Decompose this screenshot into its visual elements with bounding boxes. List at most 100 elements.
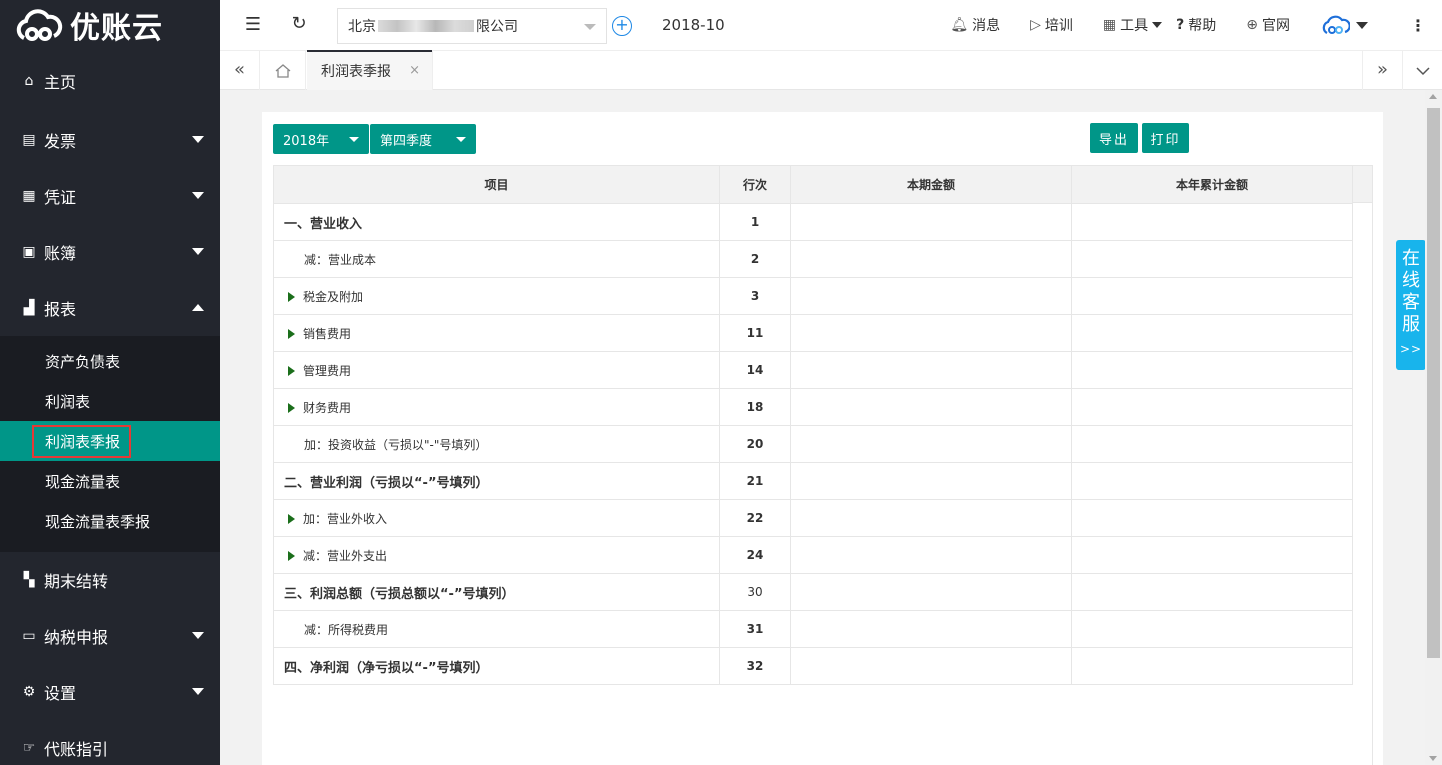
- row-current-amount[interactable]: [790, 203, 1072, 241]
- row-current-amount[interactable]: [790, 388, 1072, 426]
- sidebar-item-invoice[interactable]: ▤ 发票: [0, 112, 220, 168]
- sidebar-item-guide[interactable]: ☞ 代账指引: [0, 720, 220, 765]
- row-item-cell[interactable]: 加：营业外收入: [273, 499, 720, 537]
- row-item-cell[interactable]: 税金及附加: [273, 277, 720, 315]
- row-current-amount[interactable]: [790, 573, 1072, 611]
- submenu-item-cash-flow[interactable]: 现金流量表: [0, 461, 220, 501]
- row-ytd-amount[interactable]: [1071, 351, 1353, 389]
- sidebar-item-report[interactable]: ▟ 报表: [0, 280, 220, 336]
- expand-triangle-icon[interactable]: [288, 329, 295, 339]
- tools-menu[interactable]: ▦ 工具: [1103, 15, 1163, 35]
- print-button[interactable]: 打印: [1142, 123, 1189, 153]
- row-current-amount[interactable]: [790, 610, 1072, 648]
- row-item-cell[interactable]: 财务费用: [273, 388, 720, 426]
- website-link[interactable]: ⊕ 官网: [1246, 15, 1290, 35]
- expand-triangle-icon[interactable]: [288, 292, 295, 302]
- expand-triangle-icon[interactable]: [288, 366, 295, 376]
- expand-triangle-icon[interactable]: [288, 403, 295, 413]
- row-ytd-amount[interactable]: [1071, 536, 1353, 574]
- scroll-down-icon[interactable]: [1429, 756, 1437, 761]
- sidebar-item-settings[interactable]: ⚙ 设置: [0, 664, 220, 720]
- user-menu[interactable]: [1320, 14, 1368, 36]
- row-ytd-amount[interactable]: [1071, 610, 1353, 648]
- row-item-cell[interactable]: 减：营业外支出: [273, 536, 720, 574]
- row-ytd-amount[interactable]: [1071, 462, 1353, 500]
- row-item-label: 三、利润总额（亏损总额以“-”号填列）: [284, 586, 515, 602]
- tax-icon: ▭: [22, 628, 36, 644]
- row-current-amount[interactable]: [790, 240, 1072, 278]
- row-current-amount[interactable]: [790, 647, 1072, 685]
- sidebar-item-tax[interactable]: ▭ 纳税申报: [0, 608, 220, 664]
- export-button[interactable]: 导出: [1090, 123, 1138, 153]
- sidebar-item-ledger[interactable]: ▣ 账簿: [0, 224, 220, 280]
- submenu-item-balance-sheet[interactable]: 资产负债表: [0, 341, 220, 381]
- online-service-button[interactable]: 在 线 客 服 >>: [1396, 240, 1426, 370]
- refresh-icon[interactable]: ↻: [283, 13, 315, 34]
- row-current-amount[interactable]: [790, 351, 1072, 389]
- help-link[interactable]: ? 帮助: [1176, 15, 1216, 35]
- sidebar-item-voucher[interactable]: ▦ 凭证: [0, 168, 220, 224]
- close-icon[interactable]: ×: [409, 63, 420, 78]
- row-ytd-amount[interactable]: [1071, 499, 1353, 537]
- sidebar-item-home[interactable]: ⌂ 主页: [0, 50, 220, 112]
- row-item-label: 一、营业收入: [284, 216, 363, 232]
- row-ytd-amount[interactable]: [1071, 388, 1353, 426]
- row-current-amount[interactable]: [790, 536, 1072, 574]
- report-panel: 2018年 第四季度 导出 打印 项目 行次 本期金额 本年累计金额 一、营业收…: [262, 112, 1383, 765]
- row-item-cell[interactable]: 销售费用: [273, 314, 720, 352]
- tab-home[interactable]: [260, 51, 306, 90]
- row-current-amount[interactable]: [790, 462, 1072, 500]
- quarter-select[interactable]: 第四季度: [370, 124, 476, 154]
- table-body: 一、营业收入 1 减：营业成本 2 税金及附加 3 销售费用 11 管理费用 14 财务费用 18 加：…: [273, 203, 1353, 685]
- scrollbar-thumb[interactable]: [1427, 108, 1440, 658]
- sidebar-item-period-close[interactable]: ▚ 期末结转: [0, 552, 220, 608]
- row-ytd-amount[interactable]: [1071, 573, 1353, 611]
- submenu-item-income-statement[interactable]: 利润表: [0, 381, 220, 421]
- submenu-item-cash-flow-quarterly[interactable]: 现金流量表季报: [0, 501, 220, 541]
- training-link[interactable]: ▷ 培训: [1030, 15, 1073, 35]
- row-ytd-amount[interactable]: [1071, 314, 1353, 352]
- company-select[interactable]: 北京 限公司: [337, 8, 607, 44]
- tools-label: 工具: [1120, 18, 1149, 34]
- chevron-down-icon: [456, 137, 466, 142]
- ledger-icon: ▣: [22, 244, 36, 260]
- tab-income-quarterly[interactable]: 利润表季报 ×: [307, 50, 433, 90]
- tabs-scroll-left-icon[interactable]: «: [220, 51, 260, 90]
- tabs-scroll-right-icon[interactable]: »: [1362, 51, 1402, 90]
- brand-logo[interactable]: 优账云: [0, 0, 220, 50]
- menu-collapse-icon[interactable]: ☰: [237, 14, 269, 35]
- messages-link[interactable]: 🔔︎ 消息: [950, 15, 1000, 35]
- year-select[interactable]: 2018年: [273, 124, 369, 154]
- row-current-amount[interactable]: [790, 499, 1072, 537]
- table-row: 三、利润总额（亏损总额以“-”号填列） 30: [273, 573, 1353, 611]
- submenu-item-label: 利润表: [45, 392, 91, 411]
- more-vertical-icon[interactable]: ⋮: [1408, 16, 1428, 35]
- row-ytd-amount[interactable]: [1071, 203, 1353, 241]
- row-ytd-amount[interactable]: [1071, 425, 1353, 463]
- row-current-amount[interactable]: [790, 425, 1072, 463]
- page-scrollbar[interactable]: [1425, 90, 1442, 765]
- row-current-amount[interactable]: [790, 277, 1072, 315]
- tabs-menu-icon[interactable]: [1402, 51, 1442, 90]
- row-line-number: 18: [719, 388, 791, 426]
- row-item-cell[interactable]: 管理费用: [273, 351, 720, 389]
- chevron-up-icon: [192, 304, 204, 311]
- submenu-item-income-quarterly[interactable]: 利润表季报: [0, 421, 220, 461]
- scroll-up-icon[interactable]: [1429, 94, 1437, 99]
- row-line-number: 32: [719, 647, 791, 685]
- table-header-filler: [1353, 165, 1373, 203]
- column-header-current-amount: 本期金额: [790, 165, 1072, 204]
- messages-label: 消息: [972, 18, 1001, 34]
- chevron-down-icon: [192, 248, 204, 255]
- service-label-char: 服: [1402, 314, 1420, 335]
- current-period[interactable]: 2018-10: [662, 16, 725, 34]
- expand-triangle-icon[interactable]: [288, 514, 295, 524]
- row-ytd-amount[interactable]: [1071, 647, 1353, 685]
- expand-triangle-icon[interactable]: [288, 551, 295, 561]
- row-line-number: 3: [719, 277, 791, 315]
- top-bar: ☰ ↻ 北京 限公司 + 2018-10 🔔︎ 消息 ▷ 培训 ▦ 工具 ? 帮…: [220, 0, 1442, 50]
- row-ytd-amount[interactable]: [1071, 240, 1353, 278]
- row-current-amount[interactable]: [790, 314, 1072, 352]
- add-company-icon[interactable]: +: [612, 16, 632, 36]
- row-ytd-amount[interactable]: [1071, 277, 1353, 315]
